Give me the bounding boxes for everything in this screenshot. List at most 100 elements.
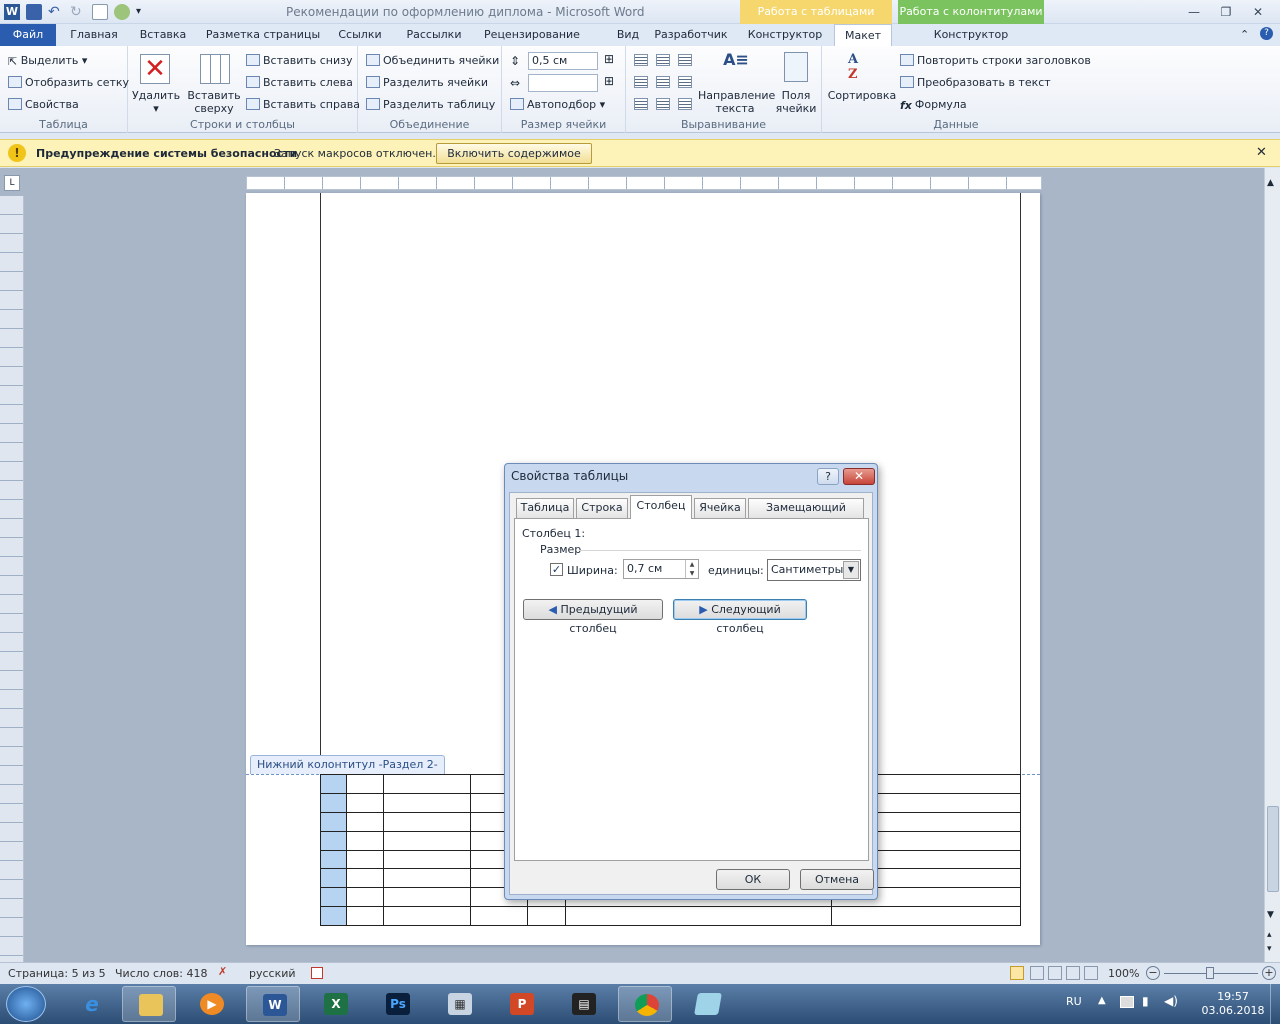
tab-cell[interactable]: Ячейка bbox=[694, 498, 746, 518]
tab-review[interactable]: Рецензирование bbox=[476, 24, 588, 46]
insert-above-icon[interactable] bbox=[200, 54, 230, 84]
scroll-down-icon[interactable]: ▼ bbox=[1267, 910, 1274, 920]
table-cell[interactable] bbox=[526, 906, 567, 926]
align-bottom-center-icon[interactable] bbox=[656, 98, 670, 110]
tab-header-design[interactable]: Конструктор bbox=[898, 24, 1044, 46]
tab-file[interactable]: Файл bbox=[0, 24, 56, 46]
sort-icon[interactable]: AZ bbox=[848, 52, 874, 84]
align-bottom-right-icon[interactable] bbox=[678, 98, 692, 110]
help-icon[interactable]: ? bbox=[817, 468, 839, 485]
table-row[interactable] bbox=[319, 906, 1021, 926]
taskbar-explorer[interactable] bbox=[122, 986, 176, 1022]
table-cell[interactable] bbox=[383, 774, 471, 794]
taskbar-photoshop[interactable]: Ps bbox=[370, 986, 424, 1022]
insert-below-button[interactable]: Вставить снизу bbox=[246, 54, 353, 67]
spellcheck-icon[interactable]: ✗ bbox=[218, 965, 227, 978]
tab-column[interactable]: Столбец bbox=[630, 495, 692, 519]
enable-content-button[interactable]: Включить содержимое bbox=[436, 143, 592, 164]
sort-button[interactable]: Сортировка bbox=[826, 89, 898, 102]
table-cell[interactable] bbox=[383, 849, 471, 870]
action-center-icon[interactable] bbox=[1120, 996, 1134, 1008]
tab-insert[interactable]: Вставка bbox=[130, 24, 196, 46]
align-top-left-icon[interactable] bbox=[634, 54, 648, 66]
select-button[interactable]: ⇱ Выделить ▾ bbox=[8, 54, 87, 68]
taskbar-calculator[interactable]: ▦ bbox=[432, 986, 486, 1022]
word-app-icon[interactable]: W bbox=[4, 4, 20, 20]
tab-mailings[interactable]: Рассылки bbox=[398, 24, 470, 46]
merge-cells-button[interactable]: Объединить ячейки bbox=[366, 54, 499, 67]
table-cell[interactable] bbox=[319, 868, 348, 889]
table-cell[interactable] bbox=[383, 811, 471, 832]
table-cell[interactable] bbox=[319, 811, 348, 832]
table-cell[interactable] bbox=[469, 906, 528, 926]
cancel-button[interactable]: Отмена bbox=[800, 869, 874, 890]
volume-icon[interactable]: ◀) bbox=[1164, 994, 1178, 1008]
vertical-scrollbar[interactable]: ▲ ▼ ▴ ▾ bbox=[1264, 168, 1280, 962]
taskbar-powerpoint[interactable]: P bbox=[494, 986, 548, 1022]
tab-references[interactable]: Ссылки bbox=[330, 24, 390, 46]
taskbar-ie[interactable]: e bbox=[64, 986, 118, 1022]
draft-icon[interactable] bbox=[1084, 966, 1098, 980]
show-desktop-button[interactable] bbox=[1270, 984, 1280, 1024]
network-icon[interactable]: ▮ bbox=[1142, 994, 1149, 1008]
align-center-right-icon[interactable] bbox=[678, 76, 692, 88]
table-cell[interactable] bbox=[319, 849, 348, 870]
close-icon[interactable]: ✕ bbox=[843, 468, 875, 485]
table-cell[interactable] bbox=[319, 774, 348, 794]
table-cell[interactable] bbox=[346, 792, 385, 813]
taskbar-video[interactable]: ▤ bbox=[556, 986, 610, 1022]
collapse-ribbon-icon[interactable]: ⌃ bbox=[1240, 28, 1249, 41]
insert-above-button[interactable]: Вставить сверху bbox=[186, 89, 242, 115]
page-count[interactable]: Страница: 5 из 5 bbox=[8, 967, 106, 980]
split-cells-button[interactable]: Разделить ячейки bbox=[366, 76, 488, 89]
start-button[interactable] bbox=[6, 986, 46, 1022]
tab-page-layout[interactable]: Разметка страницы bbox=[200, 24, 326, 46]
delete-table-icon[interactable]: ✕ bbox=[140, 54, 170, 84]
tab-row[interactable]: Строка bbox=[576, 498, 628, 518]
cell-margins-icon[interactable] bbox=[784, 52, 808, 82]
next-page-icon[interactable]: ▾ bbox=[1267, 944, 1272, 954]
save-icon[interactable] bbox=[26, 4, 42, 20]
width-checkbox[interactable]: ✓ bbox=[550, 563, 563, 576]
circle-icon[interactable] bbox=[114, 4, 130, 20]
zoom-out-icon[interactable]: − bbox=[1146, 966, 1160, 980]
macro-record-icon[interactable] bbox=[311, 967, 323, 979]
tab-view[interactable]: Вид bbox=[608, 24, 648, 46]
tab-layout[interactable]: Макет bbox=[834, 24, 892, 47]
language-indicator[interactable]: русский bbox=[249, 967, 296, 980]
distribute-rows-icon[interactable]: ⊞ bbox=[604, 52, 614, 66]
scroll-thumb[interactable] bbox=[1267, 806, 1279, 892]
table-cell[interactable] bbox=[319, 830, 348, 851]
table-cell[interactable] bbox=[346, 830, 385, 851]
ok-button[interactable]: ОК bbox=[716, 869, 790, 890]
align-center-icon[interactable] bbox=[656, 76, 670, 88]
formula-button[interactable]: fx Формула bbox=[900, 98, 967, 112]
previous-page-icon[interactable]: ▴ bbox=[1267, 930, 1272, 940]
input-language[interactable]: RU bbox=[1066, 995, 1082, 1008]
distribute-columns-icon[interactable]: ⊞ bbox=[604, 74, 614, 88]
previous-column-button[interactable]: ◀ Предыдущий столбец bbox=[523, 599, 663, 635]
zoom-slider-thumb[interactable] bbox=[1206, 967, 1214, 979]
tab-home[interactable]: Главная bbox=[62, 24, 126, 46]
table-cell[interactable] bbox=[383, 868, 471, 889]
show-hidden-icons[interactable]: ▲ bbox=[1098, 995, 1106, 1006]
insert-left-button[interactable]: Вставить слева bbox=[246, 76, 353, 89]
customize-toolbar-icon[interactable]: ▾ bbox=[136, 4, 152, 20]
align-center-left-icon[interactable] bbox=[634, 76, 648, 88]
taskbar-excel[interactable]: X bbox=[308, 986, 362, 1022]
chevron-down-icon[interactable]: ▼ bbox=[843, 561, 859, 579]
taskbar-notes[interactable] bbox=[680, 986, 734, 1022]
table-cell[interactable] bbox=[383, 887, 471, 908]
taskbar-word[interactable]: W bbox=[246, 986, 300, 1022]
show-grid-button[interactable]: Отобразить сетку bbox=[8, 76, 129, 89]
tab-developer[interactable]: Разработчик bbox=[650, 24, 732, 46]
minimize-icon[interactable]: — bbox=[1180, 3, 1208, 21]
table-cell[interactable] bbox=[319, 906, 348, 926]
print-layout-icon[interactable] bbox=[1010, 966, 1024, 980]
tab-selector[interactable]: L bbox=[4, 175, 20, 191]
align-bottom-left-icon[interactable] bbox=[634, 98, 648, 110]
text-direction-icon[interactable]: A≡ bbox=[722, 50, 750, 82]
table-cell[interactable] bbox=[346, 887, 385, 908]
taskbar-chrome[interactable] bbox=[618, 986, 672, 1022]
autofit-button[interactable]: Автоподбор ▾ bbox=[510, 98, 605, 111]
